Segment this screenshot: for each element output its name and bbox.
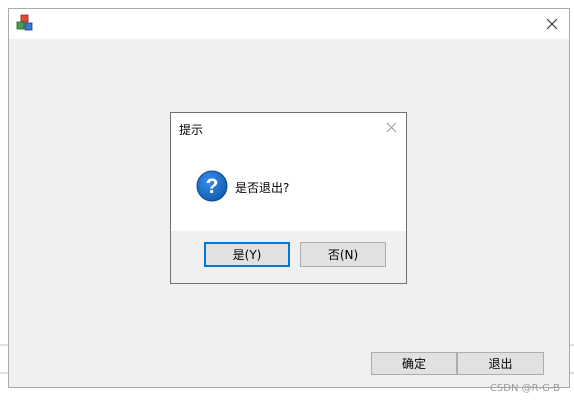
ok-button[interactable]: 确定 — [371, 352, 457, 375]
dialog-close-icon[interactable] — [384, 120, 398, 134]
yes-button[interactable]: 是(Y) — [204, 242, 290, 267]
question-icon: ? — [196, 170, 228, 202]
confirm-dialog: 提示 ? 是否退出? 是(Y) 否(N) — [170, 112, 407, 284]
dialog-footer: 是(Y) 否(N) — [171, 231, 406, 283]
watermark: CSDN @R-G-B — [489, 383, 560, 394]
dialog-title: 提示 — [179, 123, 204, 137]
close-icon[interactable] — [535, 9, 569, 39]
no-button[interactable]: 否(N) — [300, 242, 386, 267]
exit-button[interactable]: 退出 — [457, 352, 544, 375]
title-bar — [9, 9, 569, 39]
svg-text:?: ? — [206, 175, 219, 198]
app-icon — [16, 14, 34, 32]
dialog-message: 是否退出? — [235, 181, 290, 195]
